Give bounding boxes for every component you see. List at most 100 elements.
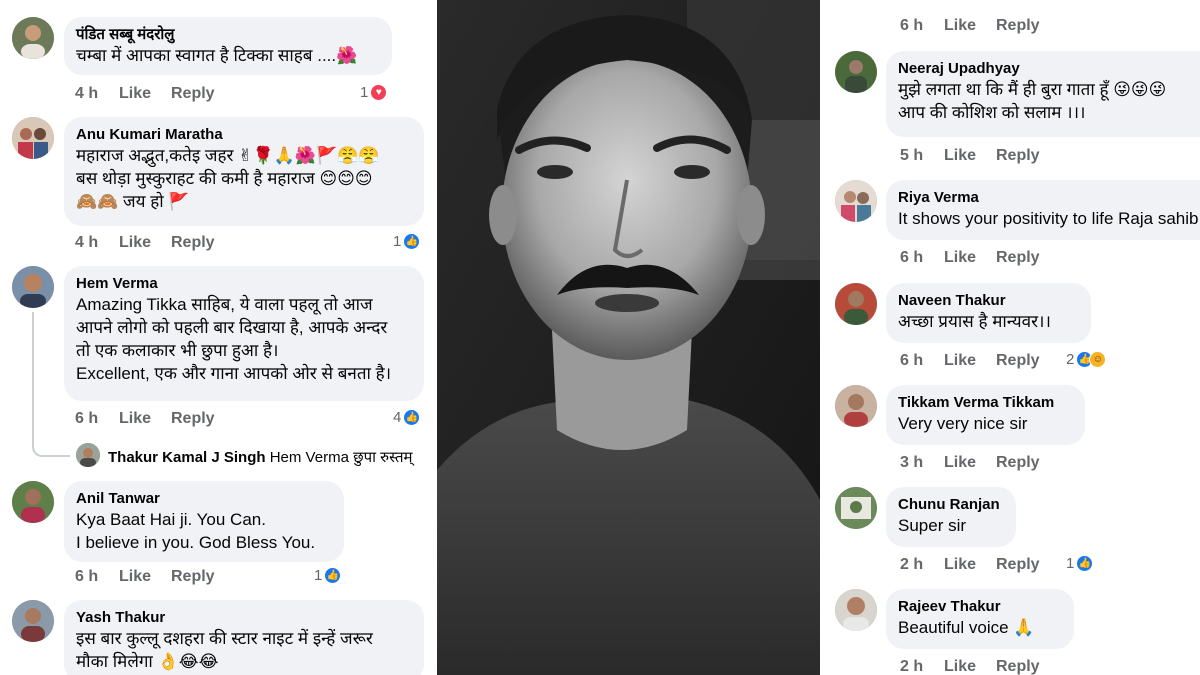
comment-actions: 6 h Like Reply (900, 352, 1040, 370)
comment-author[interactable]: Naveen Thakur (898, 291, 1079, 310)
avatar[interactable] (835, 180, 877, 222)
nested-reply[interactable]: Thakur Kamal J Singh Hem Verma छुपा रुस्… (108, 446, 413, 469)
reaction-summary[interactable]: 1 👍 (393, 233, 421, 250)
comment-time[interactable]: 5 h (900, 147, 944, 165)
avatar[interactable] (76, 443, 100, 467)
reply-button[interactable]: Reply (996, 147, 1040, 165)
like-button[interactable]: Like (944, 658, 996, 675)
comment-bubble: Chunu Ranjan Super sir (886, 487, 1016, 547)
comment-time[interactable]: 6 h (900, 249, 944, 267)
video-frame-photo[interactable] (437, 0, 820, 675)
reaction-summary[interactable]: 1 ♥ (360, 84, 388, 101)
comment-text: It shows your positivity to life Raja sa… (898, 209, 1199, 228)
comment-time[interactable]: 6 h (75, 568, 119, 586)
comment-time[interactable]: 6 h (75, 410, 119, 428)
comment-author[interactable]: पंडित सब्बू मंदरोलु (76, 25, 380, 44)
reply-button[interactable]: Reply (171, 568, 215, 586)
comment-time[interactable]: 2 h (900, 658, 944, 675)
avatar[interactable] (835, 51, 877, 93)
comment-time[interactable]: 4 h (75, 234, 119, 252)
comment-author[interactable]: Riya Verma (898, 188, 1200, 207)
comment-actions: 6 h Like Reply (75, 410, 215, 428)
comment-time[interactable]: 6 h (900, 352, 944, 370)
comment-bubble: Hem Verma Amazing Tikka साहिब, ये वाला प… (64, 266, 424, 401)
comment-bubble: Rajeev Thakur Beautiful voice 🙏 (886, 589, 1074, 649)
comment-time[interactable]: 4 h (75, 85, 119, 103)
laugh-icon: ☺ (1089, 351, 1107, 368)
reaction-summary[interactable]: 1 👍 (314, 567, 342, 584)
left-comments-panel: पंडित सब्बू मंदरोलु चम्बा में आपका स्वाग… (0, 0, 437, 675)
reply-button[interactable]: Reply (996, 556, 1040, 574)
avatar[interactable] (12, 117, 54, 159)
reply-button[interactable]: Reply (171, 85, 215, 103)
comment-bubble: Anu Kumari Maratha महाराज अद्भुत,कतेइ जह… (64, 117, 424, 226)
avatar[interactable] (835, 385, 877, 427)
avatar[interactable] (12, 600, 54, 642)
like-button[interactable]: Like (119, 234, 171, 252)
like-button[interactable]: Like (119, 410, 171, 428)
reaction-count: 2 (1066, 351, 1075, 368)
like-button[interactable]: Like (944, 17, 996, 35)
reply-text: Hem Verma छुपा रुस्तम् (269, 449, 413, 466)
reaction-count: 1 (1066, 555, 1075, 572)
thumbs-up-icon: 👍 (403, 409, 421, 426)
comment-text: मुझे लगता था कि मैं ही बुरा गाता हूँ 😜😜😜 (898, 80, 1167, 99)
comment-author[interactable]: Tikkam Verma Tikkam (898, 393, 1073, 412)
comment-time[interactable]: 3 h (900, 454, 944, 472)
comment-actions: 6 h Like Reply (75, 568, 215, 586)
comment-author[interactable]: Neeraj Upadhyay (898, 59, 1200, 78)
comment-author[interactable]: Rajeev Thakur (898, 597, 1062, 616)
reaction-count: 4 (393, 409, 402, 426)
reaction-summary[interactable]: 1 👍 (1066, 555, 1094, 572)
reply-button[interactable]: Reply (996, 249, 1040, 267)
thumbs-up-icon: 👍 (403, 233, 421, 250)
reply-button[interactable]: Reply (171, 410, 215, 428)
portrait-image (437, 0, 820, 675)
avatar[interactable] (835, 283, 877, 325)
comment-text: Amazing Tikka साहिब, ये वाला पहलू तो आज (76, 295, 373, 314)
reply-button[interactable]: Reply (996, 17, 1040, 35)
like-button[interactable]: Like (944, 147, 996, 165)
comment-actions: 2 h Like Reply (900, 658, 1040, 675)
reply-button[interactable]: Reply (996, 352, 1040, 370)
avatar[interactable] (12, 266, 54, 308)
comment-time[interactable]: 6 h (900, 17, 944, 35)
reply-button[interactable]: Reply (171, 234, 215, 252)
avatar[interactable] (12, 17, 54, 59)
comment-author[interactable]: Anil Tanwar (76, 489, 332, 508)
comment-author[interactable]: Anu Kumari Maratha (76, 125, 412, 144)
comment-time[interactable]: 2 h (900, 556, 944, 574)
reaction-count: 1 (393, 233, 402, 250)
right-comments-panel: 6 h Like Reply Neeraj Upadhyay मुझे लगता थ… (820, 0, 1200, 675)
avatar[interactable] (12, 481, 54, 523)
comment-author[interactable]: Chunu Ranjan (898, 495, 1004, 514)
avatar[interactable] (835, 487, 877, 529)
comment-author[interactable]: Yash Thakur (76, 608, 412, 627)
comment-bubble: Yash Thakur इस बार कुल्लू दशहरा की स्टार… (64, 600, 424, 675)
reply-thread-line (32, 312, 70, 457)
comment-actions: 5 h Like Reply (900, 147, 1040, 165)
reaction-count: 1 (314, 567, 323, 584)
comment-text: Very very nice sir (898, 414, 1028, 433)
comment-text: Super sir (898, 516, 967, 535)
like-button[interactable]: Like (119, 568, 171, 586)
like-button[interactable]: Like (944, 352, 996, 370)
comment-actions: 4 h Like Reply (75, 85, 215, 103)
like-button[interactable]: Like (119, 85, 171, 103)
like-button[interactable]: Like (944, 556, 996, 574)
avatar[interactable] (835, 589, 877, 631)
reply-button[interactable]: Reply (996, 454, 1040, 472)
like-button[interactable]: Like (944, 249, 996, 267)
reply-button[interactable]: Reply (996, 658, 1040, 675)
comment-bubble: Riya Verma It shows your positivity to l… (886, 180, 1200, 240)
thumbs-up-icon: 👍 (1076, 555, 1094, 572)
reaction-summary[interactable]: 2 👍 ☺ (1066, 351, 1107, 368)
comment-actions: 3 h Like Reply (900, 454, 1040, 472)
like-button[interactable]: Like (944, 454, 996, 472)
comment-author[interactable]: Hem Verma (76, 274, 412, 293)
comment-actions: 6 h Like Reply (900, 249, 1040, 267)
comment-bubble: Neeraj Upadhyay मुझे लगता था कि मैं ही ब… (886, 51, 1200, 137)
reaction-summary[interactable]: 4 👍 (393, 409, 421, 426)
reply-author[interactable]: Thakur Kamal J Singh (108, 449, 266, 466)
comment-bubble: पंडित सब्बू मंदरोलु चम्बा में आपका स्वाग… (64, 17, 392, 75)
